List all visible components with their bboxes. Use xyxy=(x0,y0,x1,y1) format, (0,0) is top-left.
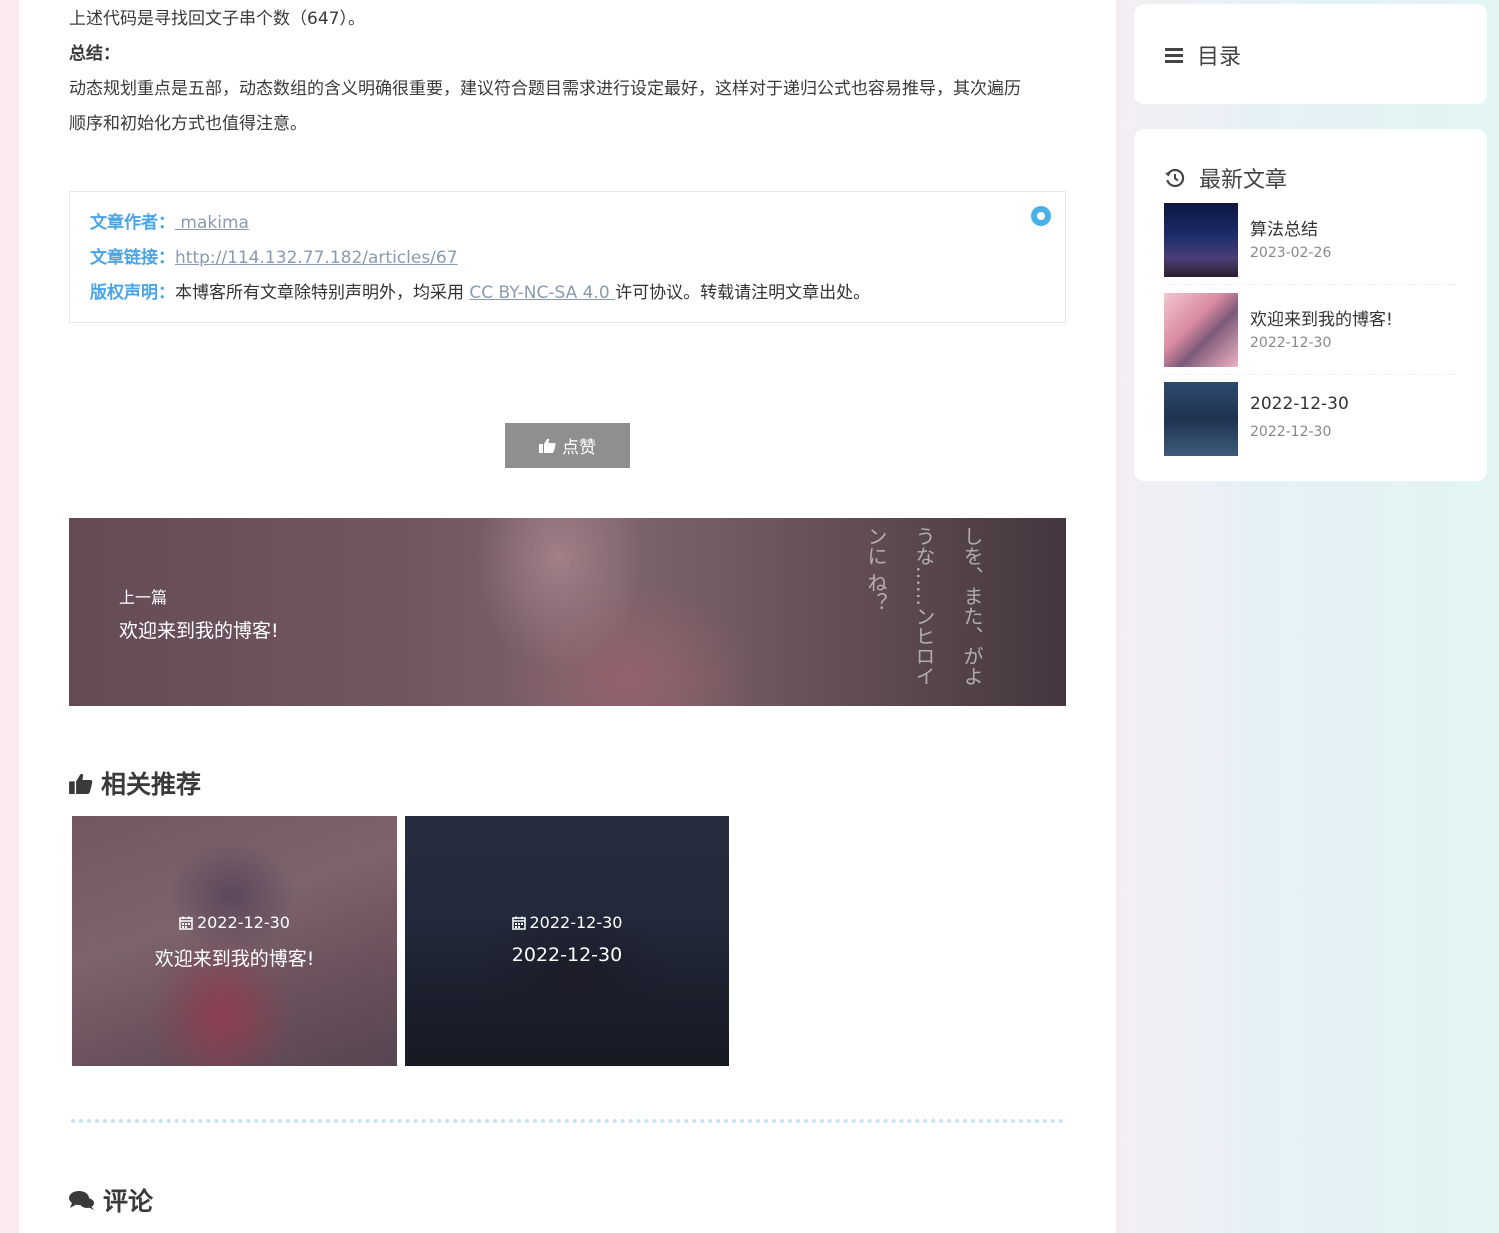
banner-art-text: しを、また、がような……ンヒロインに ね？ xyxy=(864,526,984,686)
copyright-box: 文章作者： makima 文章链接：http://114.132.77.182/… xyxy=(69,191,1066,323)
history-icon xyxy=(1165,168,1185,188)
latest-post-item[interactable]: 算法总结 2023-02-26 xyxy=(1164,203,1456,285)
related-heading-label: 相关推荐 xyxy=(101,770,202,799)
related-card[interactable]: 2022-12-30 2022-12-30 xyxy=(405,816,729,1066)
paragraph-line: 顺序和初始化方式也值得注意。 xyxy=(69,114,307,134)
like-button-label: 点赞 xyxy=(562,438,596,458)
prev-post-banner[interactable]: しを、また、がような……ンヒロインに ね？ 上一篇 欢迎来到我的博客! xyxy=(69,518,1066,706)
link-label: 文章链接： xyxy=(90,248,175,268)
comments-heading-label: 评论 xyxy=(103,1187,154,1216)
toc-title: 目录 xyxy=(1197,45,1242,70)
article-main-card: 上述代码是寻找回文子串个数（647）。 总结： 动态规划重点是五部，动态数组的含… xyxy=(19,0,1116,1233)
author-label: 文章作者： xyxy=(90,213,175,233)
post-thumbnail[interactable] xyxy=(1164,293,1238,367)
thumbs-up-icon xyxy=(69,773,93,794)
related-card-title[interactable]: 欢迎来到我的博客! xyxy=(72,944,397,971)
license-link[interactable]: CC BY-NC-SA 4.0 xyxy=(469,283,615,303)
post-thumbnail[interactable] xyxy=(1164,382,1238,456)
prev-post-label: 上一篇 xyxy=(119,588,168,607)
paragraph-line: 动态规划重点是五部，动态数组的含义明确很重要，建议符合题目需求进行设定最好，这样… xyxy=(69,79,1021,99)
circle-icon xyxy=(1031,206,1051,226)
prev-post-title[interactable]: 欢迎来到我的博客! xyxy=(119,616,279,643)
latest-posts-header: 最新文章 xyxy=(1165,162,1287,194)
related-card[interactable]: 2022-12-30 欢迎来到我的博客! xyxy=(72,816,397,1066)
comments-heading: 评论 xyxy=(69,1182,153,1218)
summary-heading: 总结： xyxy=(69,44,120,64)
post-thumbnail[interactable] xyxy=(1164,203,1238,277)
license-row: 版权声明：本博客所有文章除特别声明外，均采用 CC BY-NC-SA 4.0 许… xyxy=(90,276,1045,311)
calendar-icon xyxy=(179,916,193,930)
link-row: 文章链接：http://114.132.77.182/articles/67 xyxy=(90,241,1045,276)
license-label: 版权声明： xyxy=(90,283,175,303)
latest-post-title[interactable]: 算法总结 xyxy=(1250,215,1318,240)
section-divider xyxy=(71,1119,1064,1123)
related-date-text: 2022-12-30 xyxy=(529,913,623,932)
latest-post-title[interactable]: 2022-12-30 xyxy=(1250,394,1349,414)
toc-card: 目录 xyxy=(1134,4,1487,104)
latest-post-date: 2022-12-30 xyxy=(1250,335,1332,351)
calendar-icon xyxy=(511,916,526,930)
latest-post-date: 2023-02-26 xyxy=(1250,245,1332,261)
toc-header: 目录 xyxy=(1165,39,1241,71)
author-row: 文章作者： makima xyxy=(90,206,1045,241)
article-paragraph: 动态规划重点是五部，动态数组的含义明确很重要，建议符合题目需求进行设定最好，这样… xyxy=(69,72,1066,142)
related-card-title[interactable]: 2022-12-30 xyxy=(405,944,729,966)
author-link[interactable]: makima xyxy=(175,213,249,233)
latest-posts-title: 最新文章 xyxy=(1199,168,1288,193)
comments-icon xyxy=(69,1190,95,1211)
thumbs-up-icon xyxy=(539,438,556,453)
related-heading: 相关推荐 xyxy=(69,765,201,801)
list-icon xyxy=(1165,47,1183,63)
latest-posts-card: 最新文章 算法总结 2023-02-26 欢迎来到我的博客! 2022-12-3… xyxy=(1134,129,1487,481)
related-card-date: 2022-12-30 xyxy=(405,913,729,932)
license-text: 本博客所有文章除特别声明外，均采用 xyxy=(175,283,470,303)
related-date-text: 2022-12-30 xyxy=(197,913,290,932)
like-button[interactable]: 点赞 xyxy=(505,423,630,468)
latest-post-date: 2022-12-30 xyxy=(1250,424,1332,440)
latest-post-item[interactable]: 欢迎来到我的博客! 2022-12-30 xyxy=(1164,293,1456,375)
license-suffix: 许可协议。转载请注明文章出处。 xyxy=(615,283,871,303)
latest-post-title[interactable]: 欢迎来到我的博客! xyxy=(1250,305,1393,330)
article-url-link[interactable]: http://114.132.77.182/articles/67 xyxy=(175,248,458,268)
article-paragraph: 上述代码是寻找回文子串个数（647）。 xyxy=(69,9,365,29)
related-card-date: 2022-12-30 xyxy=(72,913,397,932)
latest-post-item[interactable]: 2022-12-30 2022-12-30 xyxy=(1164,382,1456,456)
